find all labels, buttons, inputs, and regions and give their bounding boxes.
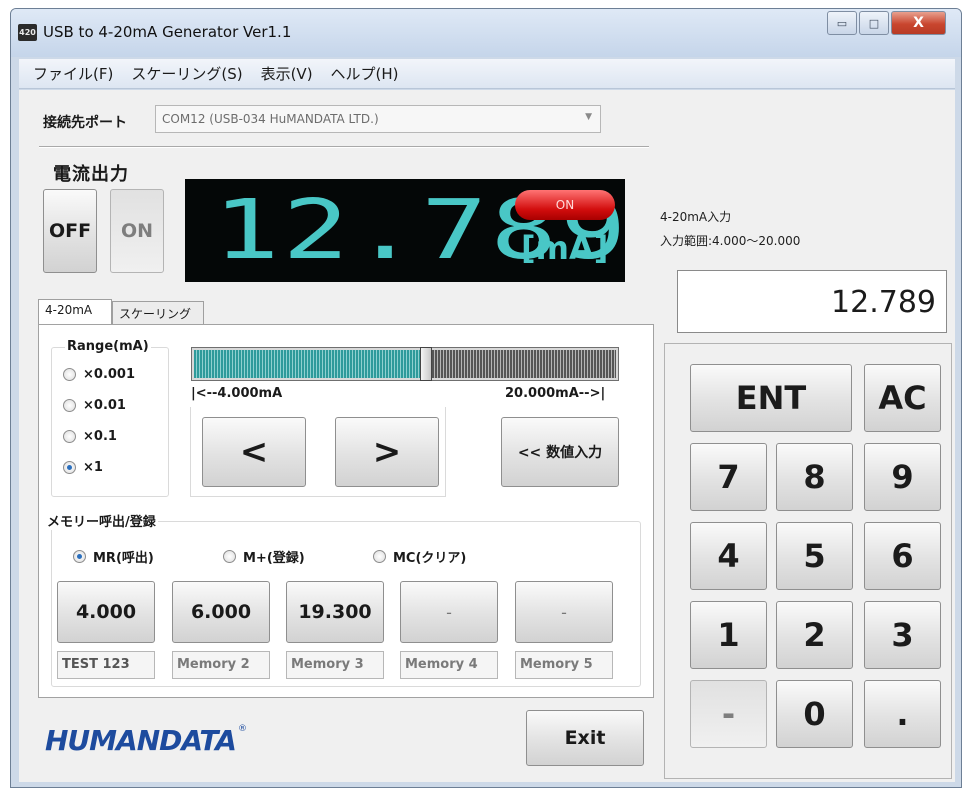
slider-min-label: |<--4.000mA xyxy=(191,386,283,401)
memory-slot-3-name[interactable]: Memory 3 xyxy=(286,651,384,679)
output-title: 電流出力 xyxy=(53,164,129,185)
logo-registered-mark: ® xyxy=(237,724,247,734)
increment-button[interactable]: > xyxy=(335,417,439,487)
chevron-down-icon: ▼ xyxy=(585,112,592,122)
keypad-ent-button[interactable]: ENT xyxy=(690,364,852,432)
keypad-3-button[interactable]: 3 xyxy=(864,601,941,669)
keypad-1-button[interactable]: 1 xyxy=(690,601,767,669)
port-label: 接続先ポート xyxy=(43,115,127,131)
humandata-logo: HUMANDATA ® xyxy=(45,724,247,757)
range-option-label: ×0.1 xyxy=(83,429,117,444)
tab-4-20ma[interactable]: 4-20mA xyxy=(38,299,112,324)
range-option-1[interactable]: ×1 xyxy=(63,460,103,475)
input-label: 4-20mA入力 xyxy=(660,210,732,224)
input-range-label: 入力範囲:4.000〜20.000 xyxy=(660,234,801,248)
output-off-button[interactable]: OFF xyxy=(43,189,97,273)
radio-icon xyxy=(63,430,76,443)
radio-icon xyxy=(63,399,76,412)
range-option-label: ×0.01 xyxy=(83,398,126,413)
menu-view[interactable]: 表示(V) xyxy=(261,63,313,84)
menu-scaling[interactable]: スケーリング(S) xyxy=(131,63,242,84)
slider-fill xyxy=(194,350,426,378)
keypad-6-button[interactable]: 6 xyxy=(864,522,941,590)
memory-mode-store[interactable]: M+(登録) xyxy=(223,547,305,566)
keypad-dot-button[interactable]: . xyxy=(864,680,941,748)
memory-slot-1-button[interactable]: 4.000 xyxy=(57,581,155,643)
input-value-field[interactable]: 12.789 xyxy=(677,270,947,333)
slider-thumb[interactable] xyxy=(420,347,432,381)
memory-slot-2-button[interactable]: 6.000 xyxy=(172,581,270,643)
output-status-indicator: ON xyxy=(515,190,615,220)
radio-icon xyxy=(63,368,76,381)
memory-mode-label: MR(呼出) xyxy=(93,551,154,566)
slider-max-label: 20.000mA-->| xyxy=(505,386,606,401)
memory-mode-label: MC(クリア) xyxy=(393,551,467,566)
title-bar: 420 USB to 4-20mA Generator Ver1.1 ▭ □ X xyxy=(11,9,961,57)
menu-file[interactable]: ファイル(F) xyxy=(33,63,113,84)
range-option-label: ×0.001 xyxy=(83,367,136,382)
memory-slot-4-button[interactable]: - xyxy=(400,581,498,643)
current-display: 12.789 ON [mA] xyxy=(185,179,626,282)
range-option-001[interactable]: ×0.01 xyxy=(63,398,126,413)
display-unit: [mA] xyxy=(521,229,609,267)
memory-slot-2-name[interactable]: Memory 2 xyxy=(172,651,270,679)
close-button[interactable]: X xyxy=(891,11,946,35)
keypad-7-button[interactable]: 7 xyxy=(690,443,767,511)
range-option-label: ×1 xyxy=(83,460,103,475)
memory-slot-5-button[interactable]: - xyxy=(515,581,613,643)
keypad-5-button[interactable]: 5 xyxy=(776,522,853,590)
keypad-4-button[interactable]: 4 xyxy=(690,522,767,590)
slider-remaining xyxy=(426,350,616,378)
memory-mode-clear[interactable]: MC(クリア) xyxy=(373,547,466,566)
input-panel: 4-20mA入力 入力範囲:4.000〜20.000 12.789 ENT AC… xyxy=(652,188,952,779)
range-group-label: Range(mA) xyxy=(65,339,151,354)
divider xyxy=(39,146,649,148)
tab-panel: Range(mA) ×0.001 ×0.01 ×0.1 ×1 |<--4.000… xyxy=(38,324,654,698)
radio-checked-icon xyxy=(73,550,86,563)
keypad-8-button[interactable]: 8 xyxy=(776,443,853,511)
radio-icon xyxy=(223,550,236,563)
radio-icon xyxy=(373,550,386,563)
menu-help[interactable]: ヘルプ(H) xyxy=(331,63,399,84)
minimize-button[interactable]: ▭ xyxy=(827,11,857,35)
tab-scaling[interactable]: スケーリング xyxy=(112,301,204,324)
exit-button[interactable]: Exit xyxy=(526,710,644,766)
numeric-input-button[interactable]: << 数値入力 xyxy=(501,417,619,487)
client-area: 接続先ポート COM12 (USB-034 HuMANDATA LTD.) ▼ … xyxy=(19,90,955,782)
keypad-minus-button[interactable]: - xyxy=(690,680,767,748)
memory-mode-recall[interactable]: MR(呼出) xyxy=(73,547,154,566)
memory-slot-4-name[interactable]: Memory 4 xyxy=(400,651,498,679)
radio-checked-icon xyxy=(63,461,76,474)
output-on-button[interactable]: ON xyxy=(110,189,164,273)
keypad-0-button[interactable]: 0 xyxy=(776,680,853,748)
memory-slot-3-button[interactable]: 19.300 xyxy=(286,581,384,643)
menu-bar: ファイル(F) スケーリング(S) 表示(V) ヘルプ(H) xyxy=(19,59,955,89)
app-window: 420 USB to 4-20mA Generator Ver1.1 ▭ □ X… xyxy=(10,8,962,788)
window-title: USB to 4-20mA Generator Ver1.1 xyxy=(43,23,292,41)
memory-slot-1-name[interactable]: TEST 123 xyxy=(57,651,155,679)
range-option-01[interactable]: ×0.1 xyxy=(63,429,117,444)
decrement-button[interactable]: < xyxy=(202,417,306,487)
app-icon: 420 xyxy=(18,24,37,41)
keypad-ac-button[interactable]: AC xyxy=(864,364,941,432)
keypad-2-button[interactable]: 2 xyxy=(776,601,853,669)
memory-mode-label: M+(登録) xyxy=(243,551,305,566)
port-select[interactable]: COM12 (USB-034 HuMANDATA LTD.) ▼ xyxy=(155,105,601,133)
memory-group-label: メモリー呼出/登録 xyxy=(45,511,158,530)
keypad-9-button[interactable]: 9 xyxy=(864,443,941,511)
current-slider[interactable] xyxy=(191,347,619,381)
range-option-0001[interactable]: ×0.001 xyxy=(63,367,135,382)
logo-text: HUMANDATA xyxy=(45,724,237,757)
maximize-button[interactable]: □ xyxy=(859,11,889,35)
memory-slot-5-name[interactable]: Memory 5 xyxy=(515,651,613,679)
port-select-value: COM12 (USB-034 HuMANDATA LTD.) xyxy=(162,112,379,126)
